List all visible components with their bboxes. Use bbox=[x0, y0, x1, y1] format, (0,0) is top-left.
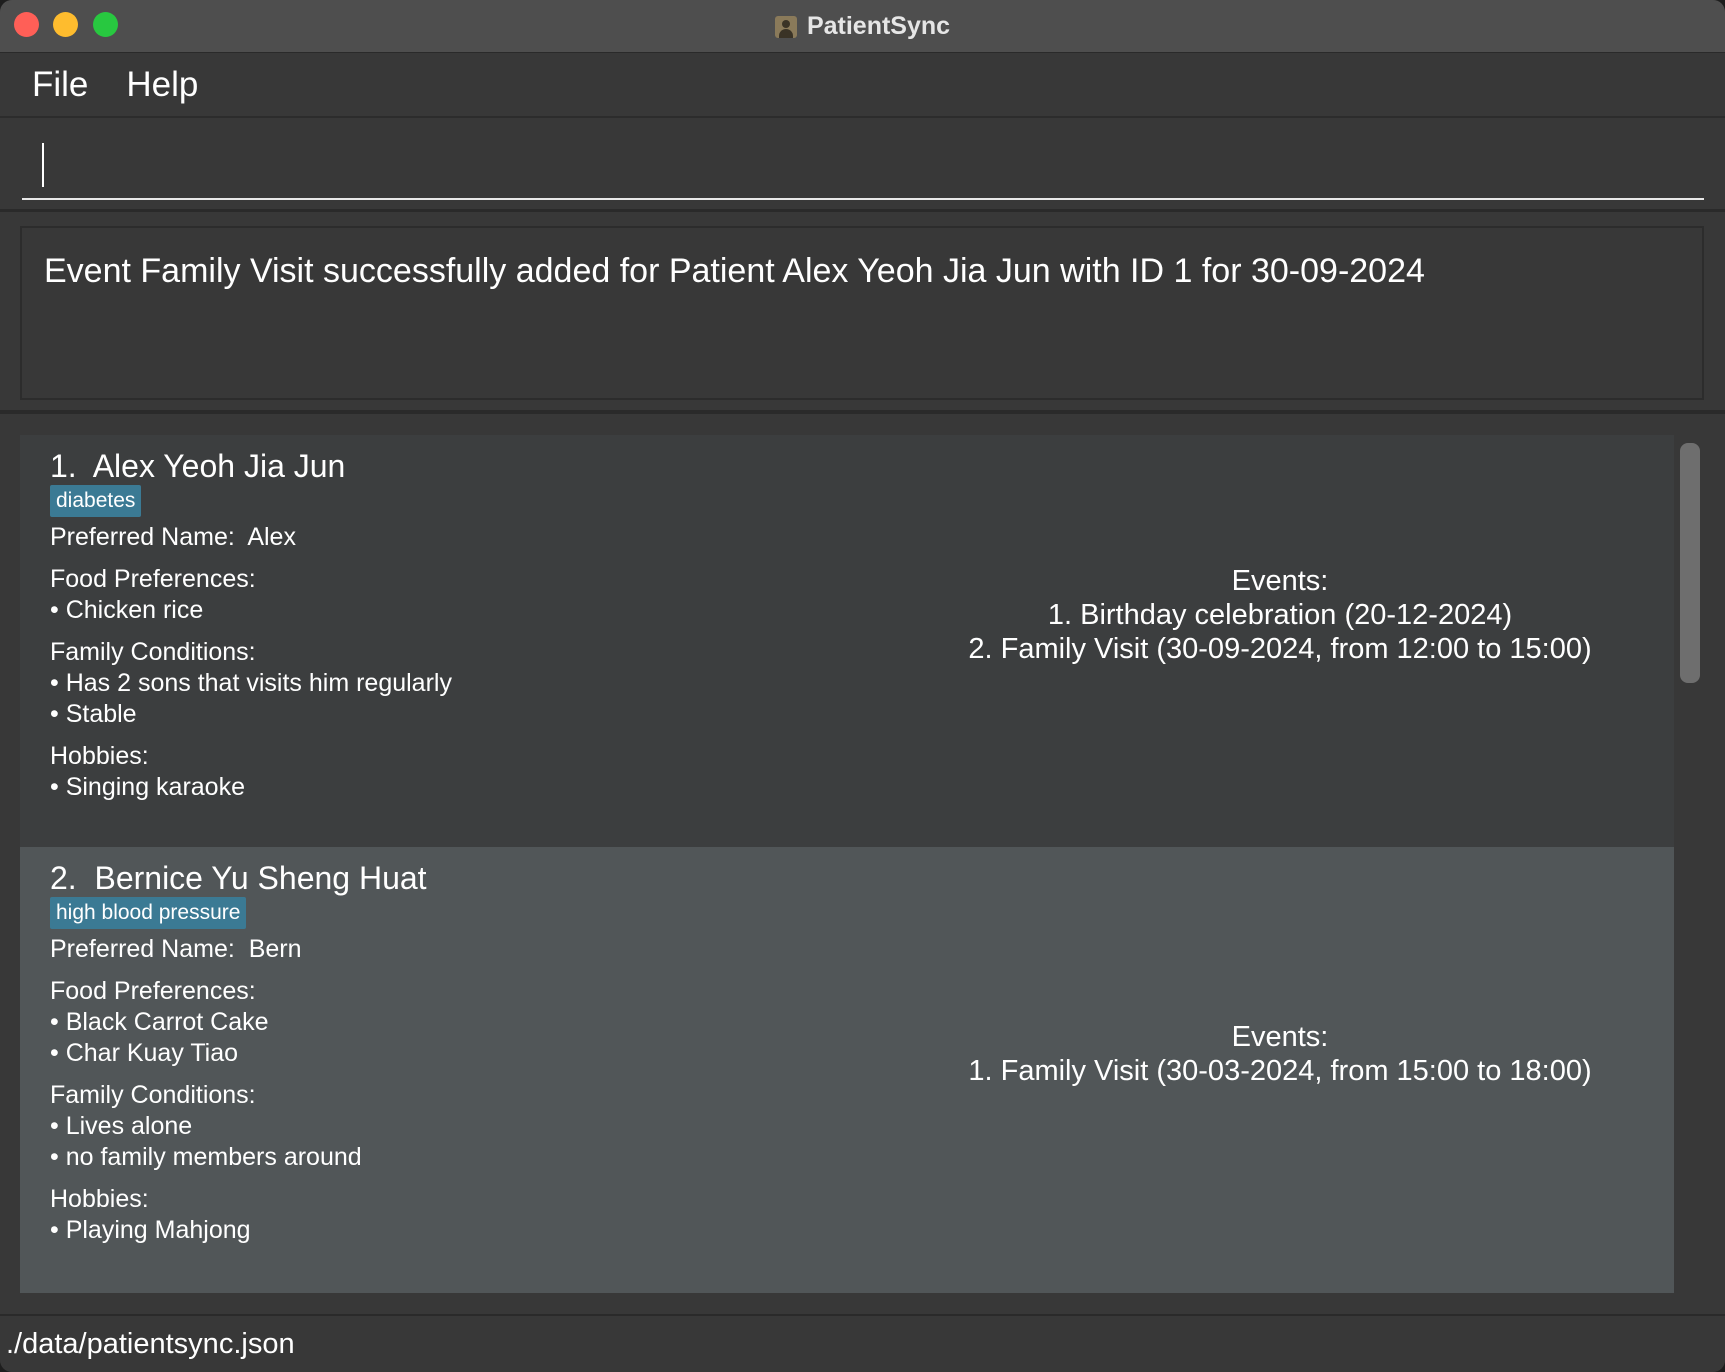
patient-card[interactable]: 2. Bernice Yu Sheng Huat high blood pres… bbox=[20, 847, 1674, 1293]
patient-name: Alex Yeoh Jia Jun bbox=[92, 448, 346, 484]
food-preference-item: Chicken rice bbox=[50, 596, 204, 625]
patient-index: 2. bbox=[50, 860, 77, 896]
patient-list: 1. Alex Yeoh Jia Jun diabetes Preferred … bbox=[0, 416, 1725, 1314]
family-condition-item: Has 2 sons that visits him regularly bbox=[50, 669, 452, 698]
condition-tag: diabetes bbox=[50, 485, 142, 517]
family-conditions-label: Family Conditions: bbox=[50, 638, 256, 666]
event-item: 1. Family Visit (30-03-2024, from 15:00 … bbox=[968, 1055, 1592, 1087]
preferred-name-label: Preferred Name: bbox=[50, 523, 235, 551]
text-caret bbox=[42, 143, 44, 187]
window-title-group: PatientSync bbox=[0, 0, 1725, 53]
hobby-item: Singing karaoke bbox=[50, 773, 245, 802]
window-title: PatientSync bbox=[806, 12, 951, 40]
food-preferences-label: Food Preferences: bbox=[50, 977, 256, 1005]
family-condition-item: Stable bbox=[50, 700, 137, 729]
hobbies-label: Hobbies: bbox=[50, 1185, 149, 1213]
event-item: 2. Family Visit (30-09-2024, from 12:00 … bbox=[968, 633, 1592, 665]
patient-name-line: 1. Alex Yeoh Jia Jun bbox=[50, 448, 345, 485]
family-conditions-label: Family Conditions: bbox=[50, 1081, 256, 1109]
preferred-name-value: Alex bbox=[247, 523, 296, 551]
preferred-name-row: Preferred Name: Alex bbox=[50, 523, 296, 552]
preferred-name-label: Preferred Name: bbox=[50, 935, 235, 963]
menu-bar: File Help bbox=[0, 54, 1725, 118]
condition-tag: high blood pressure bbox=[50, 897, 247, 929]
patient-name-line: 2. Bernice Yu Sheng Huat bbox=[50, 860, 427, 897]
preferred-name-row: Preferred Name: Bern bbox=[50, 935, 302, 964]
patient-name: Bernice Yu Sheng Huat bbox=[94, 860, 427, 896]
family-condition-item: Lives alone bbox=[50, 1112, 192, 1141]
menu-help[interactable]: Help bbox=[126, 65, 198, 105]
menu-file[interactable]: File bbox=[32, 65, 88, 105]
title-bar: PatientSync bbox=[0, 0, 1725, 53]
list-scrollbar[interactable] bbox=[1680, 443, 1700, 683]
result-display-area: Event Family Visit successfully added fo… bbox=[0, 212, 1725, 414]
command-input[interactable] bbox=[22, 136, 1704, 200]
hobbies-label: Hobbies: bbox=[50, 742, 149, 770]
food-preferences-label: Food Preferences: bbox=[50, 565, 256, 593]
status-bar-file-path: ./data/patientsync.json bbox=[0, 1314, 1725, 1372]
app-window: PatientSync File Help Event Family Visit… bbox=[0, 0, 1725, 1372]
food-preference-item: Char Kuay Tiao bbox=[50, 1039, 238, 1068]
command-box-area bbox=[0, 120, 1725, 212]
family-condition-item: no family members around bbox=[50, 1143, 362, 1172]
patient-card[interactable]: 1. Alex Yeoh Jia Jun diabetes Preferred … bbox=[20, 435, 1674, 847]
food-preference-item: Black Carrot Cake bbox=[50, 1008, 269, 1037]
event-item: 1. Birthday celebration (20-12-2024) bbox=[1047, 599, 1513, 631]
events-section: Events: 1. Birthday celebration (20-12-2… bbox=[920, 564, 1640, 666]
events-label: Events: bbox=[1231, 1021, 1329, 1053]
events-label: Events: bbox=[1231, 565, 1329, 597]
preferred-name-value: Bern bbox=[248, 935, 302, 963]
patient-index: 1. bbox=[50, 448, 77, 484]
result-message: Event Family Visit successfully added fo… bbox=[20, 226, 1704, 400]
events-section: Events: 1. Family Visit (30-03-2024, fro… bbox=[920, 1020, 1640, 1088]
app-person-icon bbox=[774, 15, 797, 38]
hobby-item: Playing Mahjong bbox=[50, 1216, 251, 1245]
